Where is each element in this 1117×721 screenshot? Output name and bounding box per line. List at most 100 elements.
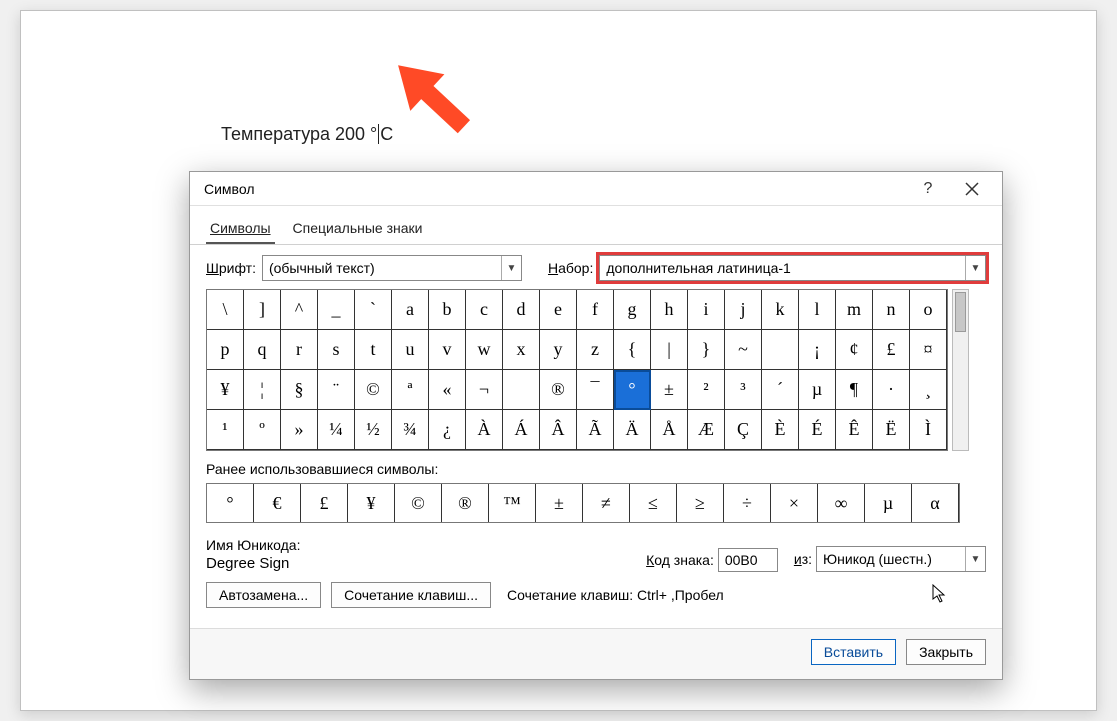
symbol-cell[interactable]: ¢ bbox=[836, 330, 873, 370]
symbol-cell[interactable]: f bbox=[577, 290, 614, 330]
symbol-cell[interactable]: o bbox=[910, 290, 947, 330]
symbol-cell[interactable]: Ë bbox=[873, 410, 910, 450]
insert-button[interactable]: Вставить bbox=[811, 639, 896, 665]
recent-symbol-cell[interactable]: × bbox=[771, 484, 818, 522]
recent-symbol-cell[interactable]: µ bbox=[865, 484, 912, 522]
symbol-cell[interactable]: § bbox=[281, 370, 318, 410]
symbol-cell[interactable]: m bbox=[836, 290, 873, 330]
symbol-cell[interactable]: ¦ bbox=[244, 370, 281, 410]
symbol-grid[interactable]: \]^_`abcdefghijklmnopqrstuvwxyz{|}~¡¢£¤¥… bbox=[206, 289, 948, 451]
symbol-cell[interactable]: Ä bbox=[614, 410, 651, 450]
symbol-cell[interactable]: £ bbox=[873, 330, 910, 370]
recent-symbol-cell[interactable]: α bbox=[912, 484, 959, 522]
symbol-cell[interactable]: º bbox=[244, 410, 281, 450]
symbol-cell[interactable]: ¯ bbox=[577, 370, 614, 410]
symbol-cell[interactable]: Á bbox=[503, 410, 540, 450]
symbol-cell[interactable]: d bbox=[503, 290, 540, 330]
symbol-cell[interactable]: ± bbox=[651, 370, 688, 410]
symbol-cell[interactable]: ² bbox=[688, 370, 725, 410]
symbol-cell[interactable]: ¶ bbox=[836, 370, 873, 410]
symbol-cell[interactable]: » bbox=[281, 410, 318, 450]
scrollbar-thumb[interactable] bbox=[955, 292, 966, 332]
symbol-cell[interactable]: ` bbox=[355, 290, 392, 330]
char-code-input[interactable] bbox=[718, 548, 778, 572]
symbol-cell[interactable]: b bbox=[429, 290, 466, 330]
symbol-cell[interactable]: ¡ bbox=[799, 330, 836, 370]
symbol-cell[interactable]: ® bbox=[540, 370, 577, 410]
symbol-cell[interactable]: { bbox=[614, 330, 651, 370]
recent-symbol-cell[interactable]: © bbox=[395, 484, 442, 522]
subset-combo[interactable]: дополнительная латиница-1 ▼ bbox=[599, 255, 986, 281]
symbol-cell[interactable]: · bbox=[873, 370, 910, 410]
symbol-cell[interactable]: e bbox=[540, 290, 577, 330]
symbol-cell[interactable]: ¼ bbox=[318, 410, 355, 450]
symbol-cell[interactable]: l bbox=[799, 290, 836, 330]
recent-symbol-cell[interactable]: ≠ bbox=[583, 484, 630, 522]
recent-symbol-cell[interactable]: ™ bbox=[489, 484, 536, 522]
recent-symbol-cell[interactable]: ÷ bbox=[724, 484, 771, 522]
symbol-cell[interactable]: y bbox=[540, 330, 577, 370]
symbol-cell[interactable]: u bbox=[392, 330, 429, 370]
symbol-cell[interactable]: ³ bbox=[725, 370, 762, 410]
help-button[interactable]: ? bbox=[906, 174, 950, 204]
symbol-cell[interactable]: h bbox=[651, 290, 688, 330]
symbol-cell[interactable]: ¾ bbox=[392, 410, 429, 450]
symbol-cell[interactable]: i bbox=[688, 290, 725, 330]
recent-symbol-cell[interactable]: £ bbox=[301, 484, 348, 522]
symbol-cell[interactable]: j bbox=[725, 290, 762, 330]
symbol-cell[interactable]: Æ bbox=[688, 410, 725, 450]
symbol-cell[interactable]: | bbox=[651, 330, 688, 370]
symbol-cell[interactable]: s bbox=[318, 330, 355, 370]
from-combo[interactable]: Юникод (шестн.) ▼ bbox=[816, 546, 986, 572]
close-icon[interactable] bbox=[950, 174, 994, 204]
symbol-cell[interactable]: ^ bbox=[281, 290, 318, 330]
symbol-cell[interactable]: Ç bbox=[725, 410, 762, 450]
symbol-cell[interactable]: À bbox=[466, 410, 503, 450]
symbol-cell[interactable]: } bbox=[688, 330, 725, 370]
symbol-cell[interactable]: r bbox=[281, 330, 318, 370]
recent-symbol-cell[interactable]: ¥ bbox=[348, 484, 395, 522]
symbol-cell[interactable]: © bbox=[355, 370, 392, 410]
symbol-cell[interactable]: µ bbox=[799, 370, 836, 410]
symbol-cell[interactable]: Ì bbox=[910, 410, 947, 450]
document-text[interactable]: Температура 200 °С bbox=[221, 124, 393, 145]
symbol-cell[interactable]: z bbox=[577, 330, 614, 370]
symbol-cell[interactable]: ¥ bbox=[207, 370, 244, 410]
symbol-cell[interactable]: p bbox=[207, 330, 244, 370]
symbol-cell[interactable]: ª bbox=[392, 370, 429, 410]
scrollbar[interactable] bbox=[952, 289, 969, 451]
symbol-cell[interactable]: ] bbox=[244, 290, 281, 330]
recent-symbol-cell[interactable]: ® bbox=[442, 484, 489, 522]
symbol-cell[interactable]: ­ bbox=[503, 370, 540, 410]
symbol-cell[interactable]: k bbox=[762, 290, 799, 330]
symbol-cell[interactable]: ¬ bbox=[466, 370, 503, 410]
recent-symbol-cell[interactable]: ∞ bbox=[818, 484, 865, 522]
symbol-cell[interactable] bbox=[762, 330, 799, 370]
symbol-cell[interactable]: ´ bbox=[762, 370, 799, 410]
symbol-cell[interactable]: É bbox=[799, 410, 836, 450]
recent-symbol-cell[interactable]: € bbox=[254, 484, 301, 522]
symbol-cell[interactable]: Ã bbox=[577, 410, 614, 450]
symbol-cell[interactable]: w bbox=[466, 330, 503, 370]
symbol-cell[interactable]: Â bbox=[540, 410, 577, 450]
symbol-cell[interactable]: q bbox=[244, 330, 281, 370]
symbol-cell[interactable]: ¹ bbox=[207, 410, 244, 450]
symbol-cell[interactable]: _ bbox=[318, 290, 355, 330]
close-button[interactable]: Закрыть bbox=[906, 639, 986, 665]
symbol-cell[interactable]: ¿ bbox=[429, 410, 466, 450]
recent-symbol-cell[interactable]: ≥ bbox=[677, 484, 724, 522]
tab-special-chars[interactable]: Специальные знаки bbox=[289, 214, 427, 244]
symbol-cell[interactable]: a bbox=[392, 290, 429, 330]
symbol-cell[interactable]: n bbox=[873, 290, 910, 330]
symbol-cell[interactable]: ~ bbox=[725, 330, 762, 370]
symbol-cell[interactable]: v bbox=[429, 330, 466, 370]
symbol-cell[interactable]: x bbox=[503, 330, 540, 370]
symbol-cell[interactable]: Å bbox=[651, 410, 688, 450]
tab-symbols[interactable]: Символы bbox=[206, 214, 275, 244]
recent-symbol-cell[interactable]: ± bbox=[536, 484, 583, 522]
symbol-cell[interactable]: « bbox=[429, 370, 466, 410]
symbol-cell[interactable]: ¨ bbox=[318, 370, 355, 410]
recent-symbol-cell[interactable]: ≤ bbox=[630, 484, 677, 522]
autocorrect-button[interactable]: Автозамена... bbox=[206, 582, 321, 608]
symbol-cell[interactable]: c bbox=[466, 290, 503, 330]
